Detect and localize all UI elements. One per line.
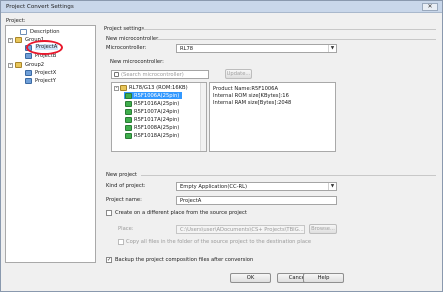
product-info-panel: Product Name:R5F1006A Internal ROM size[… <box>209 82 336 152</box>
collapse-toggle-group2[interactable]: - <box>8 63 13 68</box>
chevron-down-icon: ▼ <box>328 183 336 190</box>
chip-icon <box>125 101 132 107</box>
project-settings-label: Project settings <box>104 26 145 32</box>
chip-icon <box>125 117 132 123</box>
internal-ram-text: Internal RAM size[Bytes]:2048 <box>213 100 292 106</box>
window-title: Project Convert Settings <box>6 4 74 10</box>
title-bar: Project Convert Settings ✕ <box>1 1 442 13</box>
create-different-place-checkbox[interactable] <box>106 210 112 216</box>
ok-button[interactable]: OK <box>230 273 271 283</box>
project-icon <box>25 53 32 59</box>
chip-icon <box>125 133 132 139</box>
place-input[interactable]: C:\Users\user\ADocuments\CS+ Projects\TB… <box>176 225 305 234</box>
collapse-toggle-rl78[interactable]: - <box>114 86 119 91</box>
divider <box>141 29 436 30</box>
microcontroller-label: Microcontroller: <box>106 45 147 51</box>
create-different-place-label: Create on a different place from the sou… <box>115 210 247 216</box>
search-microcontroller-input[interactable]: (Search microcontroller) <box>111 70 209 79</box>
project-icon <box>25 70 32 76</box>
project-label: Project: <box>6 18 26 24</box>
chip-icon <box>125 93 132 99</box>
kind-of-project-select[interactable]: Empty Application(CC-RL) ▼ <box>176 182 337 191</box>
project-name-input[interactable]: ProjectA <box>176 196 337 205</box>
collapse-toggle-group1[interactable]: - <box>8 38 13 43</box>
close-icon[interactable]: ✕ <box>422 3 438 11</box>
microcontroller-select[interactable]: RL78 ▼ <box>176 44 337 53</box>
folder-icon <box>120 85 127 91</box>
chip-icon <box>125 125 132 131</box>
new-microcontroller-header: New microcontroller <box>106 36 159 42</box>
new-project-header: New project <box>106 172 137 178</box>
project-icon <box>25 78 32 84</box>
update-button[interactable]: Update... <box>225 69 252 79</box>
copy-files-checkbox[interactable] <box>118 239 124 245</box>
backup-label: Backup the project composition files aft… <box>115 257 254 263</box>
kind-of-project-label: Kind of project: <box>106 183 146 189</box>
project-convert-settings-dialog: Project Convert Settings ✕ Project: Desc… <box>0 0 443 292</box>
highlight-circle <box>26 40 63 55</box>
help-button[interactable]: Help <box>303 273 344 283</box>
vertical-scrollbar[interactable] <box>200 83 206 151</box>
folder-icon <box>15 37 22 43</box>
document-icon <box>20 29 27 35</box>
backup-checkbox[interactable]: ✓ <box>106 257 112 263</box>
project-tree[interactable]: Description - Group1 ProjectA ProjectB -… <box>5 25 96 263</box>
chevron-down-icon: ▼ <box>328 45 336 52</box>
microcontroller-tree[interactable]: - RL78/G13 (ROM:16KB) R5F1006A(25pin) R5… <box>111 82 207 152</box>
new-microcontroller-list-label: New microcontroller: <box>110 59 164 65</box>
project-name-label: Project name: <box>106 197 142 203</box>
divider <box>156 39 436 40</box>
divider <box>141 175 436 176</box>
browse-button[interactable]: Browse... <box>309 224 337 234</box>
product-name-text: Product Name:R5F1006A <box>213 86 279 92</box>
place-label: Place: <box>118 226 134 232</box>
folder-icon <box>15 62 22 68</box>
internal-rom-text: Internal ROM size[KBytes]:16 <box>213 93 289 99</box>
chip-icon <box>125 109 132 115</box>
binoculars-icon <box>114 72 119 77</box>
copy-files-label: Copy all files in the folder of the sour… <box>126 239 312 245</box>
